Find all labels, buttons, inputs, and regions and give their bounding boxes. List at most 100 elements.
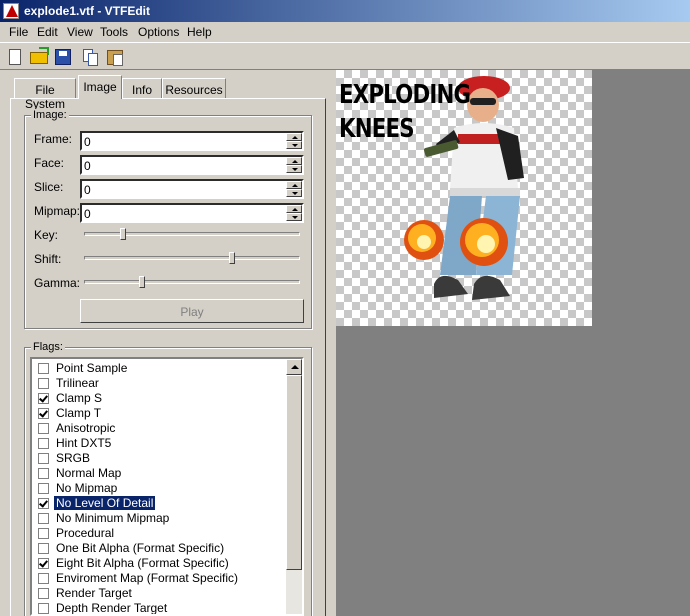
menu-tools[interactable]: Tools — [100, 25, 128, 39]
slice-spinbox[interactable]: 0 — [80, 179, 304, 199]
face-up-arrow-icon[interactable] — [286, 157, 302, 165]
mipmap-down-arrow-icon[interactable] — [286, 213, 302, 221]
shift-label: Shift: — [34, 252, 62, 266]
mipmap-spinbox[interactable]: 0 — [80, 203, 304, 223]
gamma-slider-thumb[interactable] — [139, 276, 145, 288]
key-slider[interactable] — [84, 228, 300, 240]
flag-row[interactable]: Point Sample — [34, 361, 290, 376]
flag-row[interactable]: Normal Map — [34, 466, 290, 481]
flag-row[interactable]: Depth Render Target — [34, 601, 290, 614]
flag-label: No Minimum Mipmap — [56, 511, 170, 525]
flag-row[interactable]: Clamp S — [34, 391, 290, 406]
tab-file-system[interactable]: File System — [14, 78, 76, 111]
flag-checkbox[interactable] — [38, 498, 49, 509]
flag-row[interactable]: Anisotropic — [34, 421, 290, 436]
flag-label: Trilinear — [56, 376, 99, 390]
open-folder-icon — [30, 47, 49, 64]
flag-checkbox[interactable] — [38, 483, 49, 494]
frame-spinbox[interactable]: 0 — [80, 131, 304, 151]
shift-slider-track — [84, 256, 300, 260]
flag-checkbox[interactable] — [38, 393, 49, 404]
flag-checkbox[interactable] — [38, 558, 49, 569]
flag-label: Eight Bit Alpha (Format Specific) — [56, 556, 229, 570]
gamma-slider[interactable] — [84, 276, 300, 288]
tab-image[interactable]: Image — [78, 75, 122, 99]
menu-edit[interactable]: Edit — [37, 25, 58, 39]
menu-file[interactable]: File — [9, 25, 28, 39]
texture-preview: EXPLODING KNEES — [336, 70, 592, 326]
flag-row[interactable]: Hint DXT5 — [34, 436, 290, 451]
scroll-up-arrow-icon[interactable] — [286, 359, 302, 375]
flag-label: One Bit Alpha (Format Specific) — [56, 541, 225, 555]
gamma-slider-track — [84, 280, 300, 284]
flag-label: Enviroment Map (Format Specific) — [56, 571, 239, 585]
vtfedit-app-icon[interactable] — [3, 3, 19, 19]
flag-checkbox[interactable] — [38, 603, 49, 614]
flag-checkbox[interactable] — [38, 408, 49, 419]
flags-scrollbar[interactable] — [286, 359, 302, 614]
image-group-label: Image: — [31, 109, 69, 121]
save-disk-icon — [55, 49, 71, 65]
paste-button[interactable] — [104, 46, 126, 68]
flag-row[interactable]: Procedural — [34, 526, 290, 541]
save-button[interactable] — [52, 46, 74, 68]
flag-row[interactable]: No Mipmap — [34, 481, 290, 496]
flag-checkbox[interactable] — [38, 378, 49, 389]
flag-checkbox[interactable] — [38, 513, 49, 524]
menu-help[interactable]: Help — [187, 25, 212, 39]
new-button[interactable] — [4, 46, 26, 68]
flag-row[interactable]: Trilinear — [34, 376, 290, 391]
open-button[interactable] — [28, 46, 50, 68]
flag-checkbox[interactable] — [38, 363, 49, 374]
flag-label: Procedural — [56, 526, 115, 540]
flag-checkbox[interactable] — [38, 438, 49, 449]
copy-button[interactable] — [80, 46, 102, 68]
play-button[interactable]: Play — [80, 299, 304, 323]
flag-checkbox[interactable] — [38, 543, 49, 554]
menu-options[interactable]: Options — [138, 25, 179, 39]
flag-label: Point Sample — [56, 361, 128, 375]
flag-label: No Level Of Detail — [54, 496, 156, 510]
gamma-label: Gamma: — [34, 276, 81, 290]
image-viewport[interactable]: EXPLODING KNEES — [336, 70, 690, 616]
flag-row[interactable]: Eight Bit Alpha (Format Specific) — [34, 556, 290, 571]
flag-checkbox[interactable] — [38, 468, 49, 479]
slice-up-arrow-icon[interactable] — [286, 181, 302, 189]
menu-view[interactable]: View — [67, 25, 93, 39]
frame-down-arrow-icon[interactable] — [286, 141, 302, 149]
slice-value: 0 — [84, 183, 91, 197]
slice-down-arrow-icon[interactable] — [286, 189, 302, 197]
flags-listbox[interactable]: Point Sample Trilinear Clamp S Clamp T Aniso… — [30, 357, 304, 616]
flag-checkbox[interactable] — [38, 453, 49, 464]
flag-row[interactable]: No Minimum Mipmap — [34, 511, 290, 526]
flag-label: Clamp T — [56, 406, 102, 420]
face-down-arrow-icon[interactable] — [286, 165, 302, 173]
frame-up-arrow-icon[interactable] — [286, 133, 302, 141]
key-slider-thumb[interactable] — [120, 228, 126, 240]
shift-slider[interactable] — [84, 252, 300, 264]
flag-row[interactable]: No Level Of Detail — [34, 496, 290, 511]
new-document-icon — [9, 49, 21, 65]
tab-info[interactable]: Info — [122, 78, 162, 98]
shift-slider-thumb[interactable] — [229, 252, 235, 264]
explosion-right — [460, 218, 508, 266]
caption-line-2: KNEES — [339, 114, 415, 144]
flag-row[interactable]: Enviroment Map (Format Specific) — [34, 571, 290, 586]
flag-row[interactable]: Clamp T — [34, 406, 290, 421]
scrollbar-thumb[interactable] — [286, 375, 302, 570]
flag-row[interactable]: SRGB — [34, 451, 290, 466]
title-bar[interactable]: explode1.vtf - VTFEdit — [0, 0, 690, 22]
mipmap-up-arrow-icon[interactable] — [286, 205, 302, 213]
flag-checkbox[interactable] — [38, 423, 49, 434]
face-spinbox[interactable]: 0 — [80, 155, 304, 175]
flag-checkbox[interactable] — [38, 588, 49, 599]
flag-row[interactable]: Render Target — [34, 586, 290, 601]
flag-row[interactable]: One Bit Alpha (Format Specific) — [34, 541, 290, 556]
caption-line-1: EXPLODING — [339, 80, 471, 110]
tab-resources[interactable]: Resources — [162, 78, 226, 98]
explosion-left — [404, 220, 444, 260]
flag-checkbox[interactable] — [38, 528, 49, 539]
flag-label: Render Target — [56, 586, 132, 600]
mipmap-value: 0 — [84, 207, 91, 221]
flag-checkbox[interactable] — [38, 573, 49, 584]
